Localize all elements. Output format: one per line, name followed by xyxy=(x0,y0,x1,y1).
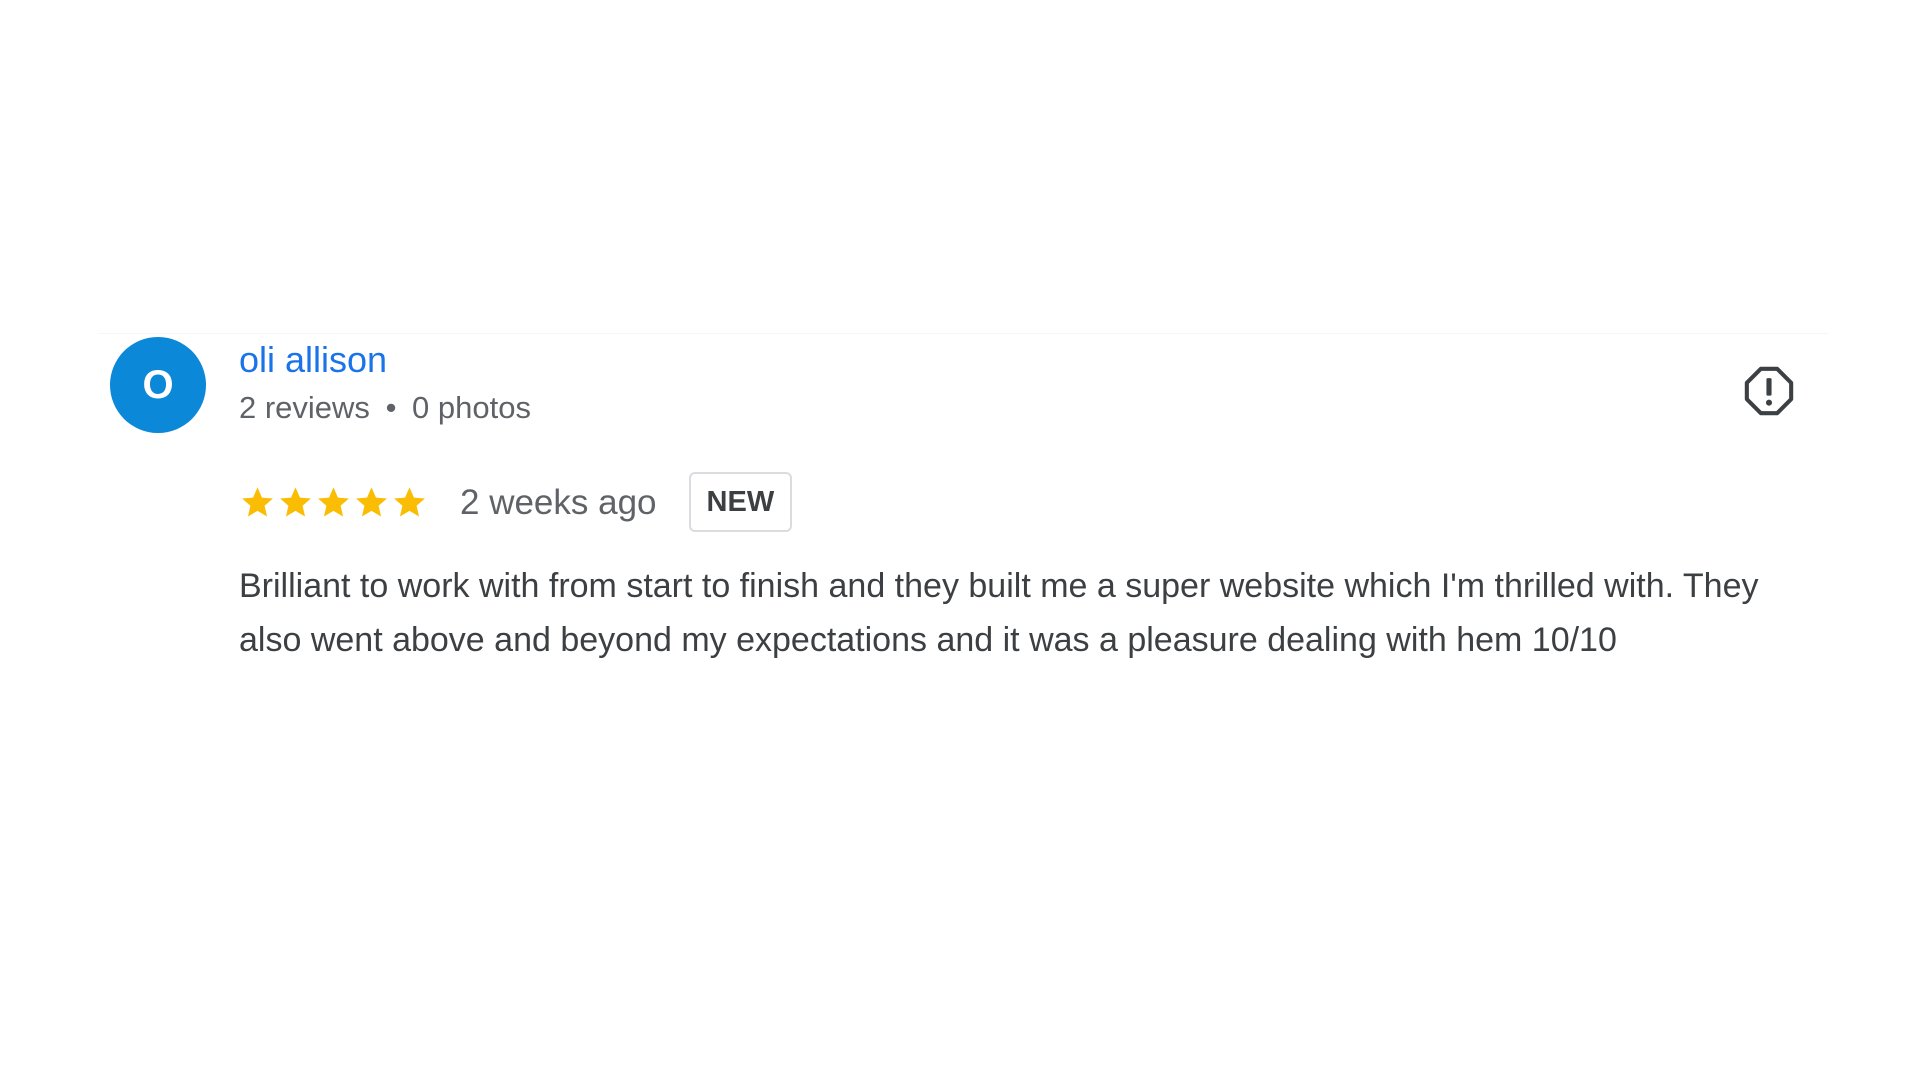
star-icon xyxy=(242,486,273,517)
reviewer-meta: 2 reviews • 0 photos xyxy=(239,392,531,423)
star-icon xyxy=(318,486,349,517)
rating-row: 2 weeks ago NEW xyxy=(239,470,793,534)
review-text: Brilliant to work with from start to fin… xyxy=(239,567,1759,659)
avatar[interactable]: O xyxy=(110,337,206,433)
review-card: O oli allison 2 reviews • 0 photos 2 wee… xyxy=(98,333,1828,659)
reviewer-name[interactable]: oli allison xyxy=(239,342,387,378)
star-rating xyxy=(239,484,428,521)
star-icon xyxy=(280,486,311,517)
new-badge: NEW xyxy=(688,472,793,532)
avatar-initial: O xyxy=(142,363,174,407)
review-date: 2 weeks ago xyxy=(460,482,657,522)
meta-separator: • xyxy=(385,390,397,425)
star-icon xyxy=(356,486,387,517)
report-flag-icon[interactable] xyxy=(1741,363,1797,419)
star-icon xyxy=(394,486,425,517)
reviews-count: 2 reviews xyxy=(239,390,370,425)
photos-count: 0 photos xyxy=(412,390,531,425)
